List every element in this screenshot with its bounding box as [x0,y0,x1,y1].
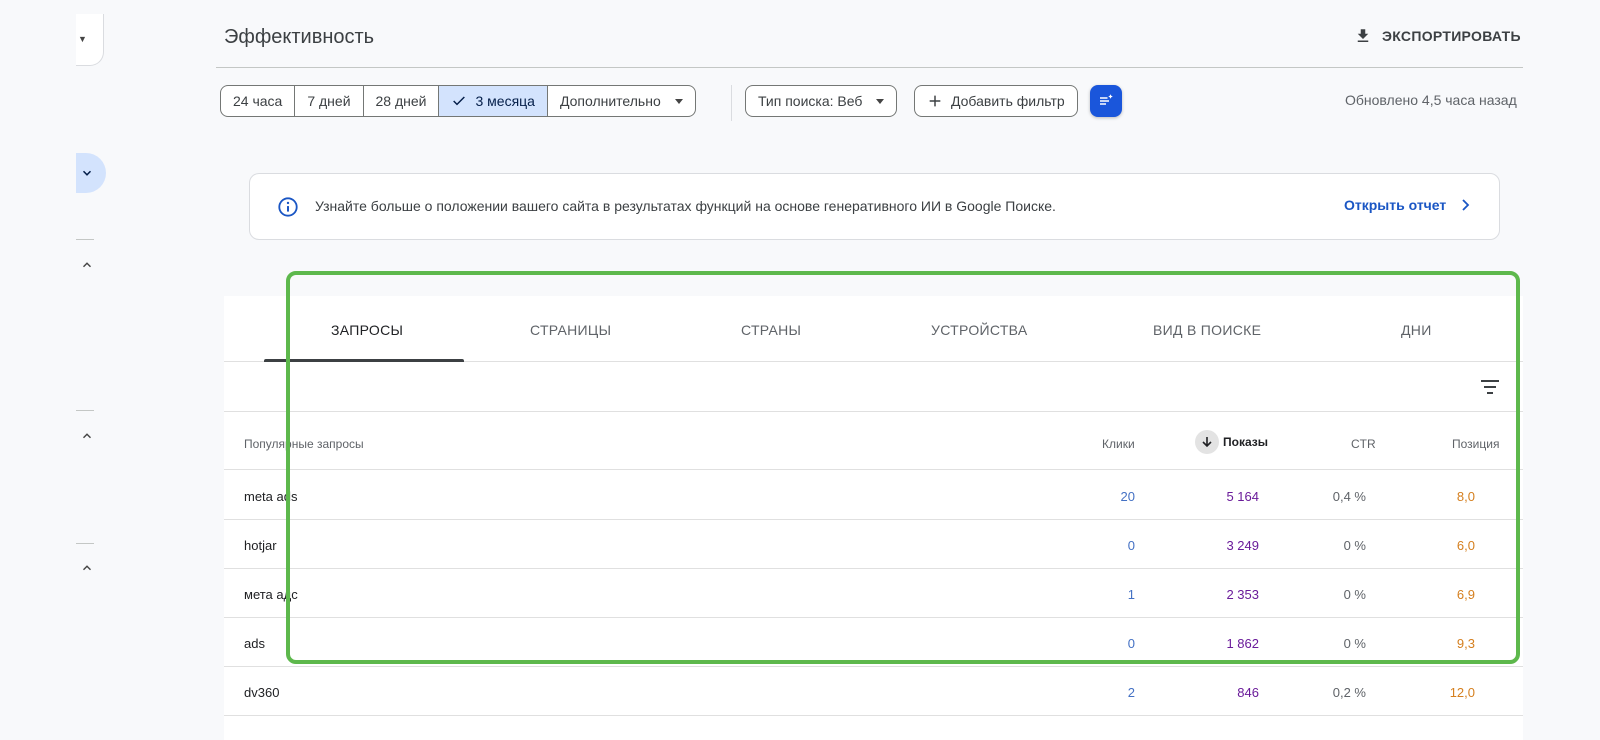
clicks-cell: 20 [1120,489,1135,504]
table-row[interactable]: meta ads 20 5 164 0,4 % 8,0 [224,471,1523,520]
impressions-cell: 2 353 [1226,587,1259,602]
date-range-label: 24 часа [233,93,283,109]
column-header-impressions-label: Показы [1223,435,1268,449]
chevron-up-icon[interactable] [80,258,94,272]
date-range-more[interactable]: Дополнительно [548,86,695,116]
search-type-label: Тип поиска: Веб [758,93,863,109]
info-icon [278,197,298,217]
tab-search-appearance[interactable]: ВИД В ПОИСКЕ [1153,322,1261,338]
table-header: Популярные запросы Клики Показы CTR Пози… [224,413,1523,470]
date-range-3m[interactable]: 3 месяца [439,86,548,116]
sidebar-divider [76,410,94,411]
sidebar-divider [76,543,94,544]
date-range-28d[interactable]: 28 дней [364,86,440,116]
chevron-down-icon [82,170,92,176]
filter-settings-icon [1100,94,1113,105]
chevron-right-icon [1462,199,1470,211]
impressions-cell: 1 862 [1226,636,1259,651]
date-range-selector: 24 часа 7 дней 28 дней 3 месяца Дополнит… [220,85,696,117]
impressions-cell: 846 [1237,685,1259,700]
clicks-cell: 0 [1127,636,1135,651]
dimension-tabs: ЗАПРОСЫ СТРАНИЦЫ СТРАНЫ УСТРОЙСТВА ВИД В… [224,296,1523,362]
position-cell: 12,0 [1449,685,1475,700]
banner-message: Узнайте больше о положении вашего сайта … [315,198,1056,214]
sidebar-active-item[interactable] [76,153,106,193]
tab-pages[interactable]: СТРАНИЦЫ [530,322,611,338]
chevron-up-icon[interactable] [80,561,94,575]
search-type-dropdown[interactable]: Тип поиска: Веб [745,85,898,117]
column-header-impressions[interactable]: Показы [1195,430,1268,454]
ctr-cell: 0,4 % [1332,489,1366,504]
dropdown-arrow-icon [674,98,683,104]
tab-dates[interactable]: ДНИ [1401,322,1432,338]
date-range-label: 3 месяца [475,93,535,109]
add-filter-button[interactable]: Добавить фильтр [914,85,1078,117]
clicks-cell: 1 [1127,587,1135,602]
position-cell: 6,9 [1456,587,1475,602]
add-filter-label: Добавить фильтр [951,93,1065,109]
ctr-cell: 0 % [1343,587,1366,602]
check-icon [453,96,466,106]
query-cell: мета адс [244,587,298,602]
position-cell: 6,0 [1456,538,1475,553]
query-cell: dv360 [244,685,280,700]
date-range-label: 28 дней [375,93,427,109]
date-range-label: Дополнительно [559,93,661,109]
dropdown-caret-icon: ▼ [78,34,87,44]
query-cell: hotjar [244,538,277,553]
column-header-position[interactable]: Позиция [1452,437,1499,451]
impressions-cell: 5 164 [1226,489,1259,504]
position-cell: 9,3 [1456,636,1475,651]
arrow-down-icon [1195,430,1219,454]
sidebar-property-selector[interactable]: ▼ [76,14,104,66]
open-report-label: Открыть отчет [1344,197,1447,213]
ctr-cell: 0 % [1343,636,1366,651]
date-range-7d[interactable]: 7 дней [295,86,364,116]
table-row[interactable]: hotjar 0 3 249 0 % 6,0 [224,520,1523,569]
column-header-ctr[interactable]: CTR [1351,437,1376,451]
export-label: ЭКСПОРТИРОВАТЬ [1382,28,1521,44]
filter-divider [731,85,732,121]
ai-features-banner: Узнайте больше о положении вашего сайта … [249,173,1500,240]
position-cell: 8,0 [1456,489,1475,504]
ctr-cell: 0 % [1343,538,1366,553]
clicks-cell: 2 [1127,685,1135,700]
tab-queries[interactable]: ЗАПРОСЫ [331,322,403,338]
column-header-query[interactable]: Популярные запросы [244,437,364,451]
header-divider [216,67,1523,68]
filter-settings-button[interactable] [1090,85,1122,117]
table-row[interactable]: ads 0 1 862 0 % 9,3 [224,618,1523,667]
column-header-clicks[interactable]: Клики [1102,437,1135,451]
query-cell: ads [244,636,265,651]
export-button[interactable]: ЭКСПОРТИРОВАТЬ [1354,22,1521,50]
last-updated-text: Обновлено 4,5 часа назад [1345,92,1517,108]
open-report-link[interactable]: Открыть отчет [1344,197,1470,213]
tab-devices[interactable]: УСТРОЙСТВА [931,322,1027,338]
clicks-cell: 0 [1127,538,1135,553]
plus-icon [929,95,941,107]
dropdown-arrow-icon [876,98,885,104]
page-title: Эффективность [224,26,375,48]
table-toolbar [224,362,1523,412]
ctr-cell: 0,2 % [1332,685,1366,700]
query-cell: meta ads [244,489,298,504]
impressions-cell: 3 249 [1226,538,1259,553]
table-row[interactable]: мета адс 1 2 353 0 % 6,9 [224,569,1523,618]
sidebar-divider [76,239,94,240]
download-icon [1357,29,1369,42]
performance-table-card: ЗАПРОСЫ СТРАНИЦЫ СТРАНЫ УСТРОЙСТВА ВИД В… [224,296,1523,740]
chevron-up-icon[interactable] [80,429,94,443]
date-range-24h[interactable]: 24 часа [221,86,296,116]
table-row[interactable]: dv360 2 846 0,2 % 12,0 [224,667,1523,716]
filter-list-icon[interactable] [1480,378,1500,396]
tab-countries[interactable]: СТРАНЫ [741,322,801,338]
date-range-label: 7 дней [307,93,351,109]
